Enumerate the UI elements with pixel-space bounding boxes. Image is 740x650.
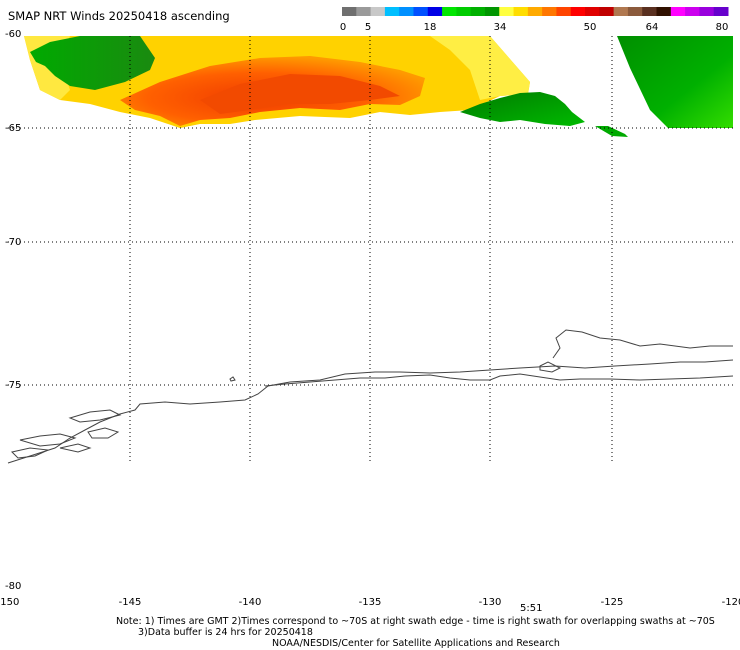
- colorbar-segment: [384, 7, 400, 16]
- colorbar-segment: [427, 7, 443, 16]
- colorbar-segment: [399, 7, 414, 16]
- colorbar-segment: [570, 7, 586, 16]
- map-title: SMAP NRT Winds 20250418 ascending: [8, 9, 230, 23]
- longitude-label: -150: [0, 597, 19, 608]
- longitude-label: -135: [359, 597, 382, 608]
- latitude-label: -60: [5, 29, 21, 40]
- colorbar-segment: [656, 7, 672, 16]
- longitude-label: -145: [119, 597, 142, 608]
- colorbar-segment: [513, 7, 529, 16]
- time-label: 5:51: [520, 603, 542, 614]
- colorbar-tick-label: 64: [646, 22, 659, 33]
- colorbar-segment: [470, 7, 486, 16]
- note-line-3: NOAA/NESDIS/Center for Satellite Applica…: [272, 638, 560, 649]
- colorbar-segment: [713, 7, 729, 16]
- colorbar-segment: [456, 7, 472, 16]
- colorbar-tick-label: 5: [365, 22, 371, 33]
- latitude-label: -65: [5, 123, 21, 134]
- colorbar-segment: [613, 7, 629, 16]
- colorbar-tick-label: 50: [584, 22, 597, 33]
- colorbar-segment: [413, 7, 429, 16]
- latitude-label: -70: [5, 237, 21, 248]
- wind-map: SMAP NRT Winds 20250418 ascending 0 5 18 34…: [0, 7, 740, 614]
- colorbar-segment: [699, 7, 715, 16]
- colorbar-segment: [685, 7, 700, 16]
- longitude-label: -130: [479, 597, 502, 608]
- latitude-labels: -60 -65 -70 -75 -80: [5, 29, 21, 592]
- colorbar-segment: [356, 7, 372, 16]
- longitude-label: -125: [601, 597, 624, 608]
- wind-speed-colorbar: 0 5 18 34 50 64 80: [340, 7, 729, 33]
- longitude-label: -120: [722, 597, 740, 608]
- colorbar-tick-label: 80: [716, 22, 729, 33]
- colorbar-segment: [585, 7, 600, 16]
- colorbar-segment: [556, 7, 572, 16]
- colorbar-segment: [627, 7, 643, 16]
- colorbar-segment: [542, 7, 557, 16]
- swath-green-right: [617, 36, 733, 128]
- swath-green-fleck: [595, 126, 628, 137]
- colorbar-segment: [527, 7, 543, 16]
- colorbar-segment: [642, 7, 658, 16]
- colorbar-segment: [442, 7, 457, 16]
- colorbar-segment: [342, 7, 357, 16]
- longitude-labels: -150 -145 -140 -135 -130 -125 -120: [0, 597, 740, 608]
- colorbar-segment: [484, 7, 500, 16]
- longitude-label: -140: [239, 597, 262, 608]
- colorbar-segment: [499, 7, 515, 16]
- colorbar-segment: [670, 7, 686, 16]
- latitude-label: -80: [5, 581, 21, 592]
- colorbar-tick-label: 0: [340, 22, 346, 33]
- wind-swath: [24, 36, 733, 137]
- colorbar-tick-label: 18: [424, 22, 437, 33]
- colorbar-segment: [370, 7, 386, 16]
- latitude-label: -75: [5, 380, 21, 391]
- colorbar-tick-label: 34: [494, 22, 507, 33]
- colorbar-segment: [599, 7, 615, 16]
